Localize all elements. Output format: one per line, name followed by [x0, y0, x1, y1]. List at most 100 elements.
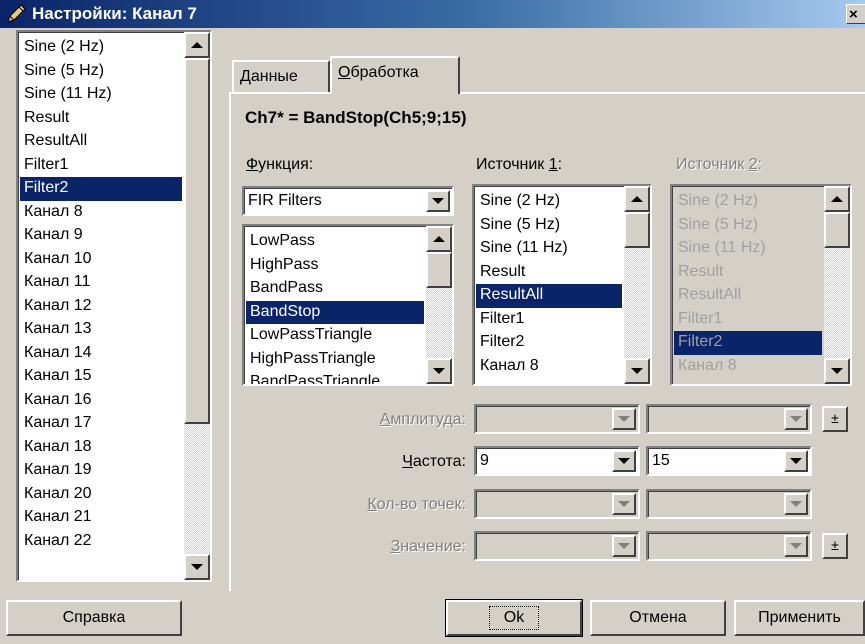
list-item[interactable]: Sine (5 Hz): [674, 214, 822, 238]
amplitude-select-2[interactable]: [646, 404, 812, 434]
scroll-down-button[interactable]: [426, 358, 452, 384]
scroll-thumb[interactable]: [184, 58, 210, 424]
scroll-down-button[interactable]: [624, 358, 650, 384]
list-item[interactable]: Канал 21: [20, 506, 182, 530]
points-count-label: Кол-во точек:: [367, 496, 466, 513]
list-item[interactable]: Канал 19: [20, 459, 182, 483]
frequency-select-1[interactable]: 9: [474, 446, 640, 476]
points-dropdown-1[interactable]: [612, 493, 636, 515]
channel-list-scrollbar[interactable]: [184, 32, 210, 580]
function-category-dropdown-button[interactable]: [426, 190, 450, 212]
list-item[interactable]: Канал 9: [20, 224, 182, 248]
source1-list[interactable]: Sine (2 Hz) Sine (5 Hz) Sine (11 Hz) Result…: [472, 184, 652, 386]
value-select-1[interactable]: [474, 531, 640, 561]
value-dropdown-2[interactable]: [784, 535, 808, 557]
list-item[interactable]: BandPassTriangle: [246, 371, 424, 384]
title-bar[interactable]: Настройки: Канал 7 ×: [0, 0, 865, 28]
tab-data[interactable]: Данные: [232, 60, 330, 94]
scroll-down-button[interactable]: [824, 358, 850, 384]
list-item[interactable]: BandPass: [246, 277, 424, 301]
list-item[interactable]: Канал 15: [20, 365, 182, 389]
list-item[interactable]: Sine (2 Hz): [476, 190, 622, 214]
close-button[interactable]: ×: [846, 4, 865, 24]
list-item[interactable]: Filter1: [20, 154, 182, 178]
points-select-2[interactable]: [646, 489, 812, 519]
value-plusminus-button[interactable]: ±: [822, 533, 848, 559]
list-item[interactable]: Канал 11: [20, 271, 182, 295]
list-item[interactable]: Result: [20, 107, 182, 131]
list-item[interactable]: ResultAll: [674, 284, 822, 308]
list-item[interactable]: Sine (11 Hz): [674, 237, 822, 261]
scroll-up-button[interactable]: [824, 186, 850, 212]
scroll-thumb[interactable]: [426, 252, 452, 288]
channel-list[interactable]: Sine (2 Hz) Sine (5 Hz) Sine (11 Hz) Result…: [16, 30, 212, 582]
scroll-up-button[interactable]: [184, 32, 210, 58]
chevron-down-icon: [432, 198, 444, 204]
list-item[interactable]: Канал 17: [20, 412, 182, 436]
list-item[interactable]: Канал 8: [476, 355, 622, 379]
list-item[interactable]: ResultAll: [476, 284, 622, 308]
scroll-thumb[interactable]: [624, 212, 650, 248]
list-item[interactable]: Result: [476, 261, 622, 285]
list-item[interactable]: Sine (5 Hz): [20, 60, 182, 84]
list-item[interactable]: Filter2: [674, 331, 822, 355]
list-item[interactable]: Filter1: [476, 308, 622, 332]
apply-button[interactable]: Применить: [734, 600, 865, 636]
arrow-up-icon: [191, 42, 203, 48]
scroll-up-button[interactable]: [426, 226, 452, 252]
frequency-dropdown-2[interactable]: [784, 450, 808, 472]
frequency-dropdown-1[interactable]: [612, 450, 636, 472]
list-item[interactable]: Канал 12: [20, 295, 182, 319]
function-list[interactable]: LowPass HighPass BandPass BandStop LowPassTr…: [242, 224, 454, 386]
settings-dialog: Настройки: Канал 7 × Sine (2 Hz) Sine (5 …: [0, 0, 865, 644]
scroll-down-button[interactable]: [184, 554, 210, 580]
source2-list[interactable]: Sine (2 Hz) Sine (5 Hz) Sine (11 Hz) Result…: [670, 184, 852, 386]
list-item[interactable]: Filter2: [20, 177, 182, 201]
list-item[interactable]: Канал 8: [20, 201, 182, 225]
function-list-scrollbar[interactable]: [426, 226, 452, 384]
list-item[interactable]: Sine (5 Hz): [476, 214, 622, 238]
list-item[interactable]: LowPassTriangle: [246, 324, 424, 348]
source2-list-scrollbar[interactable]: [824, 186, 850, 384]
list-item[interactable]: Канал 10: [20, 248, 182, 272]
amplitude-dropdown-1[interactable]: [612, 408, 636, 430]
list-item[interactable]: LowPass: [246, 230, 424, 254]
points-dropdown-2[interactable]: [784, 493, 808, 515]
points-select-1[interactable]: [474, 489, 640, 519]
scroll-up-button[interactable]: [624, 186, 650, 212]
function-category-select[interactable]: FIR Filters: [242, 186, 454, 216]
amplitude-dropdown-2[interactable]: [784, 408, 808, 430]
frequency-select-2[interactable]: 15: [646, 446, 812, 476]
scroll-thumb[interactable]: [824, 212, 850, 248]
list-item[interactable]: Канал 18: [20, 436, 182, 460]
list-item[interactable]: Filter1: [674, 308, 822, 332]
list-item[interactable]: Sine (11 Hz): [20, 83, 182, 107]
list-item[interactable]: Sine (2 Hz): [674, 190, 822, 214]
arrow-up-icon: [631, 196, 643, 202]
frequency-label: Частота:: [402, 453, 466, 470]
list-item[interactable]: Канал 16: [20, 389, 182, 413]
amplitude-select-1[interactable]: [474, 404, 640, 434]
list-item[interactable]: Канал 22: [20, 530, 182, 554]
list-item[interactable]: Sine (11 Hz): [476, 237, 622, 261]
list-item[interactable]: Канал 20: [20, 483, 182, 507]
source1-list-scrollbar[interactable]: [624, 186, 650, 384]
value-dropdown-1[interactable]: [612, 535, 636, 557]
list-item[interactable]: ResultAll: [20, 130, 182, 154]
list-item[interactable]: HighPassTriangle: [246, 348, 424, 372]
chevron-down-icon: [790, 416, 802, 422]
cancel-button[interactable]: Отмена: [590, 600, 726, 636]
list-item[interactable]: Result: [674, 261, 822, 285]
list-item[interactable]: Filter2: [476, 331, 622, 355]
list-item[interactable]: BandStop: [246, 300, 424, 324]
ok-button[interactable]: Ok: [445, 599, 583, 637]
tab-processing[interactable]: Обработка: [330, 56, 460, 94]
value-select-2[interactable]: [646, 531, 812, 561]
amplitude-plusminus-button[interactable]: ±: [822, 406, 848, 432]
list-item[interactable]: Канал 8: [674, 355, 822, 379]
list-item[interactable]: Канал 13: [20, 318, 182, 342]
help-button[interactable]: Справка: [6, 600, 182, 636]
list-item[interactable]: Канал 14: [20, 342, 182, 366]
list-item[interactable]: HighPass: [246, 254, 424, 278]
list-item[interactable]: Sine (2 Hz): [20, 36, 182, 60]
